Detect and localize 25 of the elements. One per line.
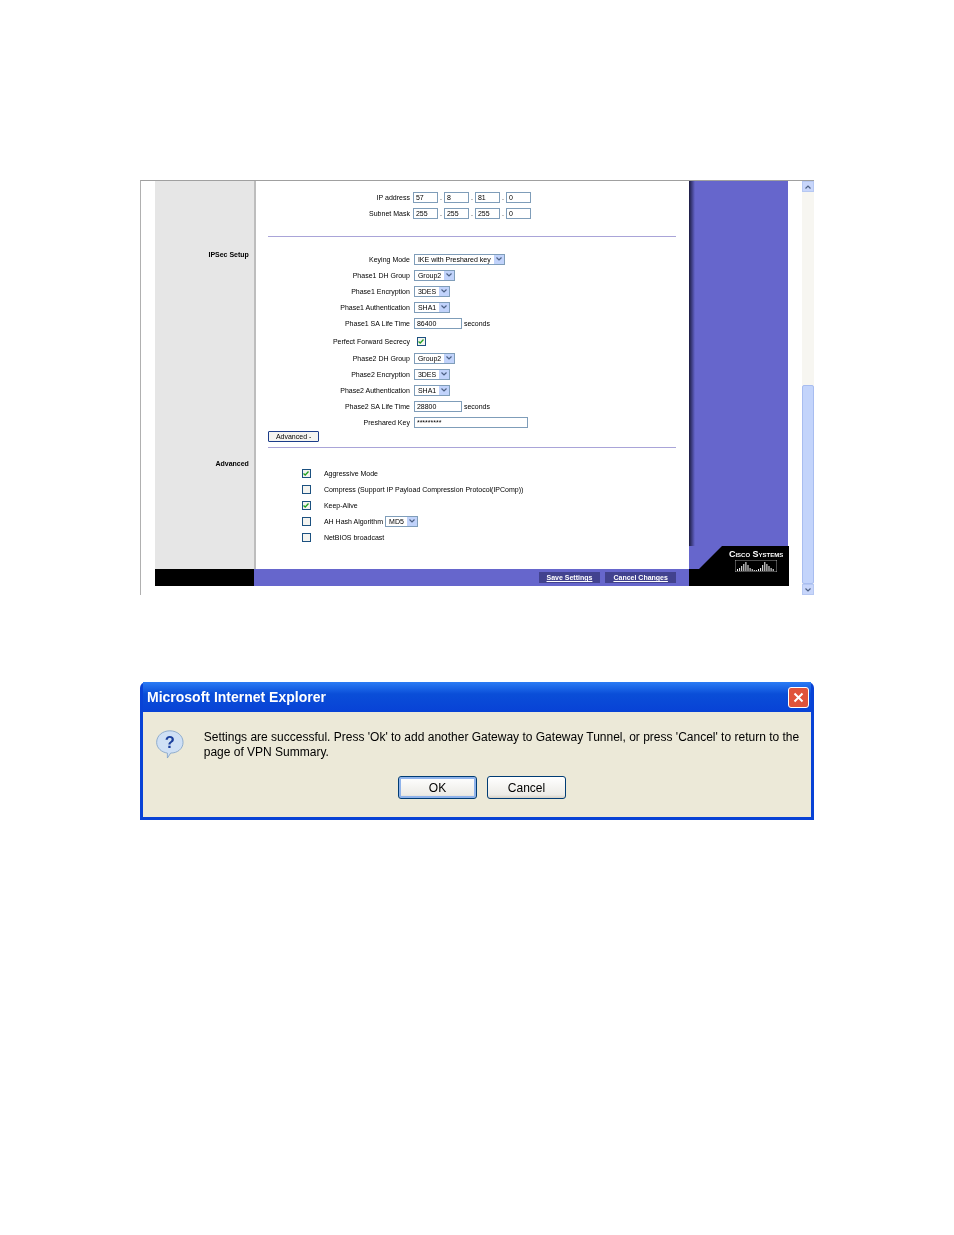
logo-text: Cisco Systems [728, 550, 784, 559]
dialog-title: Microsoft Internet Explorer [147, 690, 326, 704]
checkbox[interactable] [301, 532, 311, 542]
dialog-message: Settings are successful. Press 'Ok' to add another Gateway to Gateway Tunnel, or press 'Cancel' to return to the page of VPN Summary. [203, 730, 801, 761]
scroll-down-icon[interactable] [805, 587, 812, 592]
checkbox[interactable] [301, 500, 311, 510]
chevron-down-icon [441, 388, 448, 392]
chevron-down-icon [441, 289, 448, 293]
checkbox[interactable] [416, 336, 426, 346]
chevron-down-icon [446, 273, 453, 277]
dialog-button[interactable]: Cancel [487, 776, 566, 799]
chevron-down-icon [441, 305, 448, 309]
scrollbar[interactable] [802, 181, 814, 595]
checkbox[interactable] [301, 516, 311, 526]
logo-bars-icon [735, 560, 778, 572]
chevron-down-icon [446, 356, 453, 360]
chevron-down-icon [408, 519, 415, 523]
checkbox[interactable] [301, 468, 311, 478]
close-icon[interactable] [793, 691, 804, 703]
chevron-down-icon [495, 257, 502, 261]
scroll-up-icon[interactable] [805, 184, 812, 189]
dialog-button[interactable]: OK [398, 776, 477, 799]
close-button[interactable] [788, 686, 809, 708]
chevron-down-icon [441, 372, 448, 376]
checkbox[interactable] [301, 484, 311, 494]
